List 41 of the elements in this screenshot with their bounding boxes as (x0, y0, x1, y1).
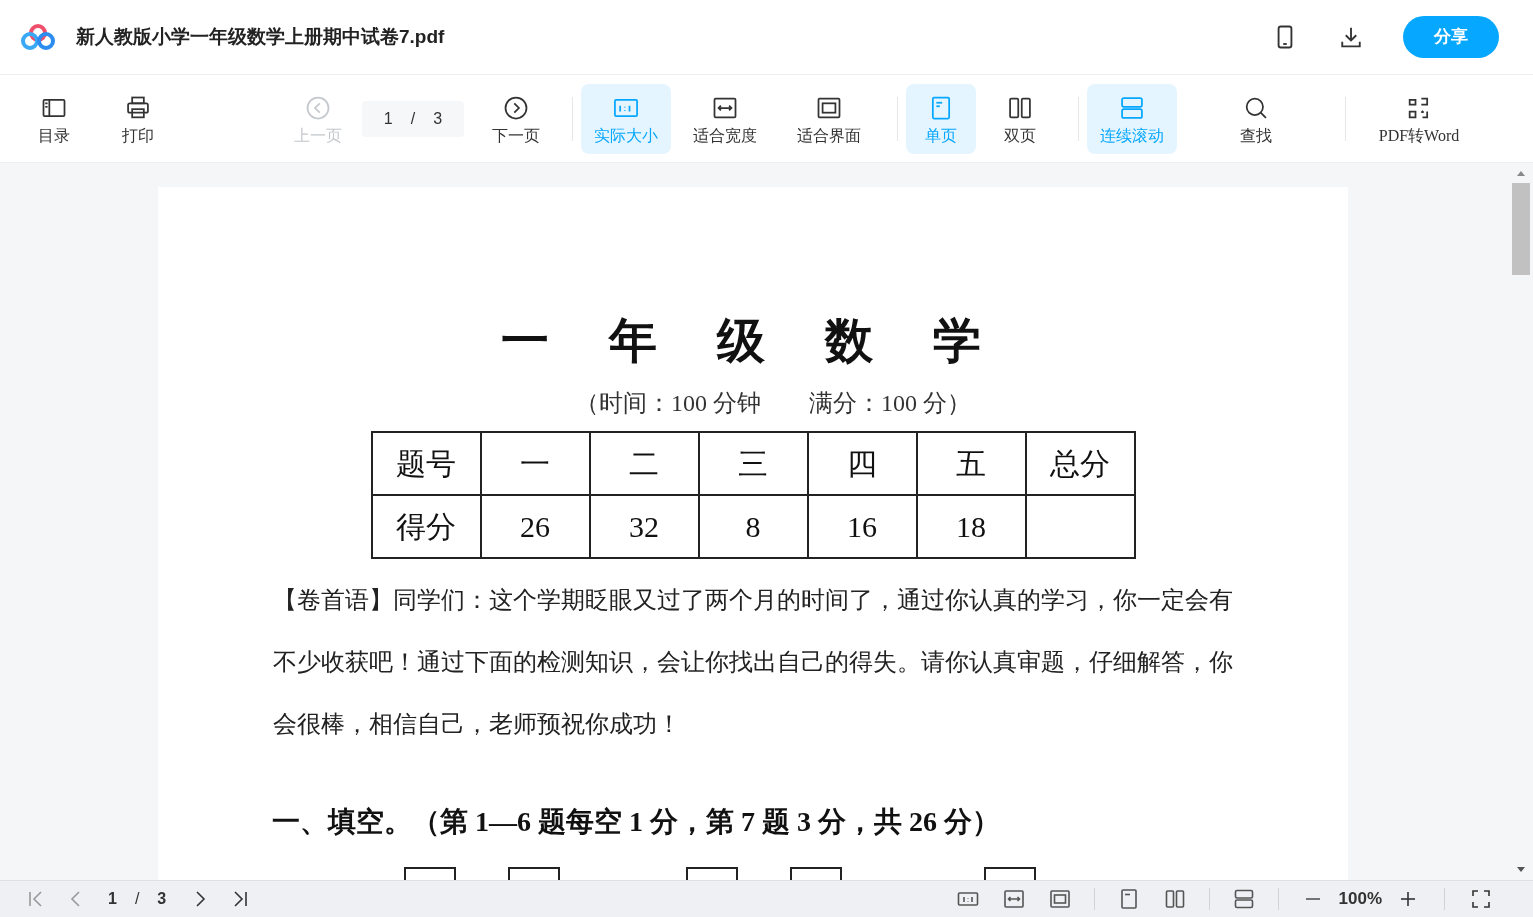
current-page: 1 (108, 889, 117, 909)
zoom-level: 100% (1338, 888, 1382, 911)
fit-width-icon[interactable] (1001, 887, 1026, 911)
cloud-logo-icon (20, 23, 56, 51)
fit-screen-icon[interactable] (1047, 887, 1072, 911)
toolbar-button[interactable]: 适合宽度 (675, 83, 775, 154)
total-pages: 3 (433, 108, 443, 129)
document-title: 新人教版小学一年级数学上册期中试卷7.pdf (76, 24, 445, 49)
table-cell: 二 (589, 432, 699, 495)
exam-title: 一 年 级 数 学 (501, 317, 1005, 365)
page-input[interactable]: 1 / 3 (362, 100, 464, 137)
section-heading: 一、填空。（第 1—6 题每空 1 分，第 7 题 3 分，共 26 分） (272, 805, 1000, 839)
intro-paragraph: 【卷首语】同学们：这个学期眨眼又过了两个月的时间了，通过你认真的学习，你一定会有不少收获吧！通过下面的检测知识，会让你找出自己的得失。请你认真审题，仔细解答，你会很棒，相信自己，老师预祝你成功！ (273, 586, 1234, 739)
table-cell: 18 (916, 495, 1026, 558)
table-cell: 三 (698, 432, 808, 495)
table-cell: 五 (916, 432, 1026, 495)
total-pages: 3 (157, 889, 167, 909)
page-separator: / (134, 889, 140, 909)
table-cell: 题号 (371, 432, 481, 495)
toolbar-button[interactable]: PDF转Word (1354, 83, 1484, 154)
toolbar-button[interactable]: 下一页 (478, 83, 554, 154)
toolbar-button[interactable]: 查找 (1181, 83, 1331, 154)
table-cell: 32 (589, 495, 699, 558)
scroll-up-icon[interactable] (1516, 169, 1526, 177)
table-cell: 得分 (371, 495, 481, 558)
table-cell: 8 (698, 495, 808, 558)
table-cell: 16 (807, 495, 917, 558)
scroll-down-icon[interactable] (1516, 866, 1526, 874)
toolbar-button[interactable]: 打印 (98, 83, 178, 154)
table-cell: 26 (480, 495, 590, 558)
table-cell: 四 (807, 432, 917, 495)
fullscreen-icon[interactable] (1469, 887, 1493, 911)
scrollbar-thumb[interactable] (1512, 183, 1530, 275)
page-separator: / (410, 108, 416, 129)
toolbar-button[interactable]: 双页 (980, 83, 1060, 154)
exam-subtitle: （时间：100 分钟 满分：100 分） (575, 389, 971, 418)
table-cell: 总分 (1025, 432, 1135, 495)
current-page: 1 (383, 108, 393, 129)
toolbar-button[interactable]: 适合界面 (779, 83, 879, 154)
toolbar-button[interactable]: 目录 (14, 83, 94, 154)
table-cell: 一 (480, 432, 590, 495)
